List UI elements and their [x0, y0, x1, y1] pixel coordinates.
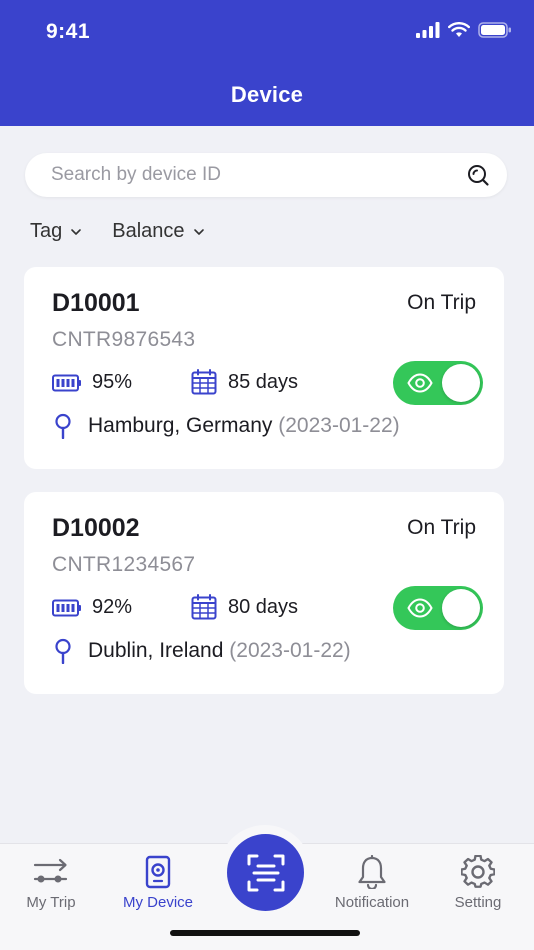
container-number: CNTR1234567 [52, 553, 196, 576]
scan-button[interactable] [227, 834, 304, 911]
toggle-knob [442, 589, 480, 627]
gear-icon [461, 855, 495, 888]
location-date: (2023-01-22) [278, 414, 400, 437]
tab-label: My Trip [26, 894, 76, 911]
tab-notification[interactable]: Notification [322, 854, 422, 911]
chevron-down-icon [193, 228, 204, 235]
location-name: Dublin, Ireland [88, 639, 224, 662]
search-bar [25, 153, 507, 197]
balance-filter-dropdown[interactable]: Balance [112, 220, 204, 243]
page-title: Device [230, 82, 304, 107]
status-icons [416, 22, 512, 38]
device-id: D10001 [52, 289, 140, 317]
location-name: Hamburg, Germany [88, 414, 273, 437]
calendar-icon [191, 594, 217, 620]
battery-icon [52, 599, 81, 616]
remaining-days: 80 days [191, 594, 298, 620]
device-location: Dublin, Ireland (2023-01-22) [54, 638, 351, 664]
location-date: (2023-01-22) [229, 639, 351, 662]
search-input[interactable] [51, 164, 465, 186]
balance-filter-label: Balance [112, 220, 185, 242]
location-pin-icon [55, 638, 71, 664]
days-value: 80 days [228, 595, 299, 618]
status-time: 9:41 [46, 20, 91, 43]
tab-my-device[interactable]: My Device [108, 854, 208, 911]
container-number: CNTR9876543 [52, 328, 196, 351]
eye-icon [407, 373, 433, 393]
tab-my-trip[interactable]: My Trip [1, 854, 101, 911]
tag-filter-dropdown[interactable]: Tag [30, 220, 82, 243]
days-value: 85 days [228, 370, 299, 393]
tag-filter-label: Tag [30, 220, 63, 242]
trip-icon [33, 858, 68, 883]
device-location: Hamburg, Germany (2023-01-22) [54, 413, 400, 439]
chevron-down-icon [71, 228, 82, 235]
battery-level: 95% [52, 371, 132, 394]
battery-value: 95% [92, 371, 133, 393]
wifi-icon [448, 22, 470, 37]
device-id: D10002 [52, 514, 140, 542]
device-card[interactable]: D10001 On Trip CNTR9876543 95% 85 days H… [24, 267, 504, 469]
visibility-toggle[interactable] [393, 586, 483, 630]
eye-icon [407, 598, 433, 618]
location-pin-icon [55, 413, 71, 439]
remaining-days: 85 days [191, 369, 298, 395]
signal-icon [416, 22, 440, 38]
home-indicator [170, 930, 360, 936]
battery-icon [52, 374, 81, 391]
trip-status: On Trip [407, 291, 476, 314]
tab-label: My Device [122, 894, 193, 911]
tab-label: Setting [454, 894, 502, 911]
trip-status: On Trip [407, 516, 476, 539]
scan-icon [247, 854, 284, 891]
battery-status-icon [478, 22, 511, 38]
calendar-icon [191, 369, 217, 395]
battery-value: 92% [92, 596, 133, 618]
visibility-toggle[interactable] [393, 361, 483, 405]
search-icon[interactable] [465, 162, 491, 188]
device-card[interactable]: D10002 On Trip CNTR1234567 92% 80 days D… [24, 492, 504, 694]
bell-icon [358, 855, 386, 889]
filter-row: Tag Balance [30, 220, 205, 243]
tab-setting[interactable]: Setting [428, 854, 528, 911]
battery-level: 92% [52, 596, 132, 619]
tab-label: Notification [334, 894, 410, 911]
toggle-knob [442, 364, 480, 402]
device-icon [145, 855, 171, 889]
app-header: 9:41 Device [0, 0, 534, 126]
